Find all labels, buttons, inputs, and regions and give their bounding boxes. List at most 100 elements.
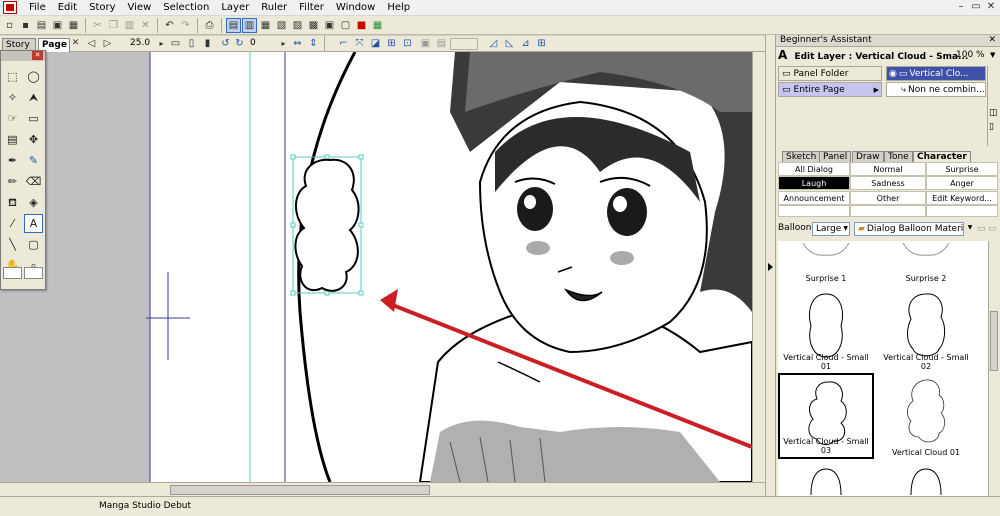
move-icon[interactable]: ✥ [24, 130, 43, 149]
menu-file[interactable]: File [23, 0, 52, 15]
marker-icon[interactable]: ✎ [24, 151, 43, 170]
thumbnail-vertical-cloud-01[interactable]: Vertical Cloud 01 [878, 373, 974, 459]
flip-vertical-icon[interactable]: ⇕ [306, 36, 321, 51]
menu-filter[interactable]: Filter [293, 0, 330, 15]
close-icon[interactable]: ✕ [32, 51, 43, 60]
dropdown-arrow-icon[interactable]: ▼ [990, 49, 995, 62]
shape-icon[interactable]: ▢ [24, 235, 43, 254]
fill-icon[interactable]: ⛾ [3, 193, 22, 212]
window-icon[interactable]: ▢ [338, 18, 353, 33]
category-laugh[interactable]: Laugh [778, 176, 850, 190]
restore-button[interactable]: ▭ [969, 1, 983, 14]
category-normal[interactable]: Normal [850, 162, 926, 176]
dropdown-arrow-icon[interactable]: ▼ [965, 222, 975, 236]
tool-palette-titlebar[interactable]: ✕ [1, 51, 45, 61]
rotate-field[interactable]: 0 [248, 38, 274, 50]
open-folder-icon[interactable]: ▤ [34, 18, 49, 33]
fit-width-icon[interactable]: ▯ [184, 36, 199, 51]
canvas-horizontal-scrollbar[interactable] [0, 482, 765, 496]
pattern-brush-icon[interactable]: ◈ [24, 193, 43, 212]
rotate-arrow-icon[interactable]: ▸ [276, 36, 291, 51]
save-icon[interactable]: ▣ [50, 18, 65, 33]
thumbnail-surprise-1[interactable]: Surprise 1 [778, 241, 874, 285]
view-mode-2-icon[interactable]: ▥ [242, 18, 257, 33]
category-surprise[interactable]: Surprise [926, 162, 998, 176]
view-mode-3-icon[interactable]: ▦ [258, 18, 273, 33]
rotate-right-icon[interactable]: ↻ [232, 36, 247, 51]
category-anger[interactable]: Anger [926, 176, 998, 190]
view-mode-5-icon[interactable]: ▨ [290, 18, 305, 33]
scroll-thumb[interactable] [170, 485, 430, 495]
print-icon[interactable]: ⎙ [202, 18, 217, 33]
view-mode-7-icon[interactable]: ▣ [322, 18, 337, 33]
magic-wand-icon[interactable]: ✧ [3, 88, 22, 107]
canvas-vertical-scrollbar[interactable] [752, 52, 765, 482]
thumbnail-scrollbar[interactable] [988, 241, 999, 496]
menu-story[interactable]: Story [83, 0, 121, 15]
menu-layer[interactable]: Layer [215, 0, 255, 15]
minimize-button[interactable]: – [954, 1, 968, 14]
vertical-cloud-layer-item[interactable]: ◉ ▭ Vertical Clo... [886, 66, 986, 81]
crop-icon[interactable]: ⊞ [384, 36, 399, 51]
line-icon[interactable]: ╲ [3, 235, 22, 254]
category-sadness[interactable]: Sadness [850, 176, 926, 190]
nav-prev-icon[interactable]: ◁ [84, 36, 99, 51]
ruler-icon[interactable]: ◿ [486, 36, 501, 51]
non-ne-combin-layer-item[interactable]: ⤷ Non ne combin... [886, 82, 986, 97]
panel-folder-item[interactable]: ▭ Panel Folder [778, 66, 882, 81]
category-announcement[interactable]: Announcement [778, 191, 850, 205]
balloon-material-select[interactable]: ▰ Dialog Balloon Material [854, 222, 964, 236]
expand-icon[interactable]: ⤧ [352, 36, 367, 51]
zoom-arrow-icon[interactable]: ▸ [154, 36, 169, 51]
hand-select-icon[interactable]: ☞ [3, 109, 22, 128]
text-icon[interactable]: A [24, 214, 43, 233]
object-selector-icon[interactable]: ⮝ [24, 88, 43, 107]
app-icon[interactable] [3, 1, 17, 14]
view-mode-6-icon[interactable]: ▩ [306, 18, 321, 33]
balloon-size-select[interactable]: Large ▼ [812, 222, 850, 236]
thumbnail-partial[interactable] [878, 461, 974, 496]
thumbnail-vertical-cloud-small-03[interactable]: Vertical Cloud - Small 03 [778, 373, 874, 459]
menu-selection[interactable]: Selection [157, 0, 215, 15]
fit-page-icon[interactable]: ▭ [168, 36, 183, 51]
trash-icon[interactable]: ▯ [989, 122, 994, 132]
category-all-dialog-balloons[interactable]: All Dialog Balloons [778, 162, 850, 187]
new-story-icon[interactable]: ▪ [18, 18, 33, 33]
rotate-left-icon[interactable]: ↺ [218, 36, 233, 51]
lasso-icon[interactable]: ◯ [24, 67, 43, 86]
folder-up-icon[interactable]: ▭ [977, 222, 986, 237]
background-swatch[interactable] [24, 267, 43, 279]
empty-field[interactable] [450, 38, 478, 50]
category-edit-keyword[interactable]: Edit Keyword... [926, 191, 998, 205]
pen-icon[interactable]: ✒ [3, 151, 22, 170]
collapse-arrow-icon[interactable] [768, 263, 773, 271]
foreground-swatch[interactable] [3, 267, 22, 279]
thumbnail-vertical-cloud-small-02[interactable]: Vertical Cloud - Small 02 [878, 287, 974, 373]
close-tab-icon[interactable]: ✕ [68, 36, 83, 51]
undo-icon[interactable]: ↶ [162, 18, 177, 33]
thumbnail-vertical-cloud-small-01[interactable]: Vertical Cloud - Small 01 [778, 287, 874, 373]
palette-color-icon[interactable]: ■ [354, 18, 369, 33]
paste-icon[interactable]: ▥ [122, 18, 137, 33]
snap-icon[interactable]: ⊿ [518, 36, 533, 51]
new-layer-icon[interactable]: ◫ [989, 108, 998, 118]
delete-icon[interactable]: ✕ [138, 18, 153, 33]
view-mode-1-icon[interactable]: ▤ [226, 18, 241, 33]
category-other[interactable]: Other [850, 191, 926, 205]
close-icon[interactable]: ✕ [988, 35, 996, 46]
menu-view[interactable]: View [122, 0, 158, 15]
flip-horizontal-icon[interactable]: ⇔ [290, 36, 305, 51]
layer-option-icon[interactable]: ▣ [418, 36, 433, 51]
layer-move-icon[interactable]: ▤ [3, 130, 22, 149]
perspective-icon[interactable]: ◺ [502, 36, 517, 51]
thumbnail-partial[interactable] [778, 461, 874, 496]
layer-select-icon[interactable]: ▭ [24, 109, 43, 128]
rectangle-marquee-icon[interactable]: ⬚ [3, 67, 22, 86]
folder-new-icon[interactable]: ▭ [988, 222, 997, 237]
canvas[interactable] [0, 52, 765, 482]
color-grid-icon[interactable]: ▦ [370, 18, 385, 33]
image-icon[interactable]: ◪ [368, 36, 383, 51]
menu-window[interactable]: Window [330, 0, 381, 15]
pencil-icon[interactable]: ✏ [3, 172, 22, 191]
menu-help[interactable]: Help [381, 0, 416, 15]
